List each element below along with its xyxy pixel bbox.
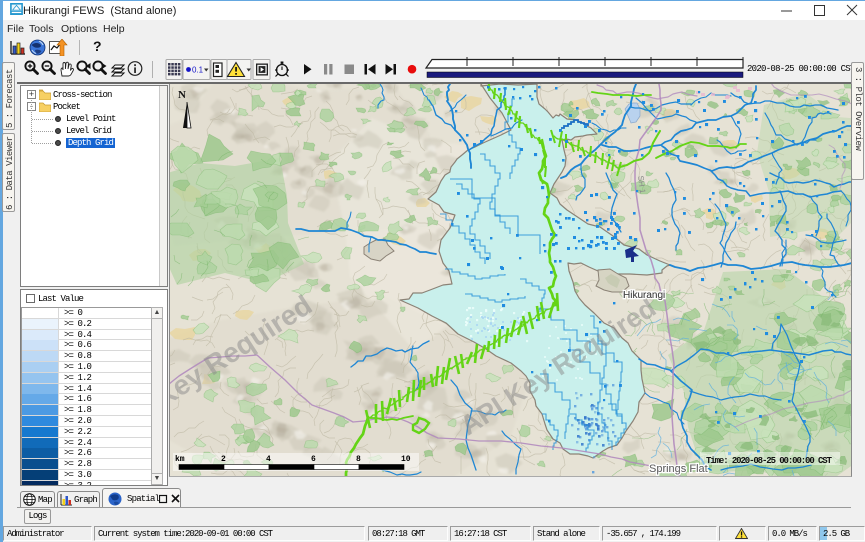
svg-text:4: 4	[266, 455, 271, 464]
svg-text:Time: 2020-08-25 00:00:00 CST: Time: 2020-08-25 00:00:00 CST	[706, 456, 833, 466]
svg-text:Hikurangi: Hikurangi	[623, 290, 665, 301]
svg-text:6: 6	[311, 455, 316, 464]
svg-text:2: 2	[221, 455, 226, 464]
svg-text:km: km	[175, 455, 185, 464]
svg-text:10: 10	[401, 455, 411, 464]
svg-text:8: 8	[356, 455, 361, 464]
svg-text:0.1: 0.1	[192, 66, 204, 75]
svg-text:Springs Flat: Springs Flat	[649, 463, 708, 475]
svg-text:N: N	[178, 89, 186, 101]
